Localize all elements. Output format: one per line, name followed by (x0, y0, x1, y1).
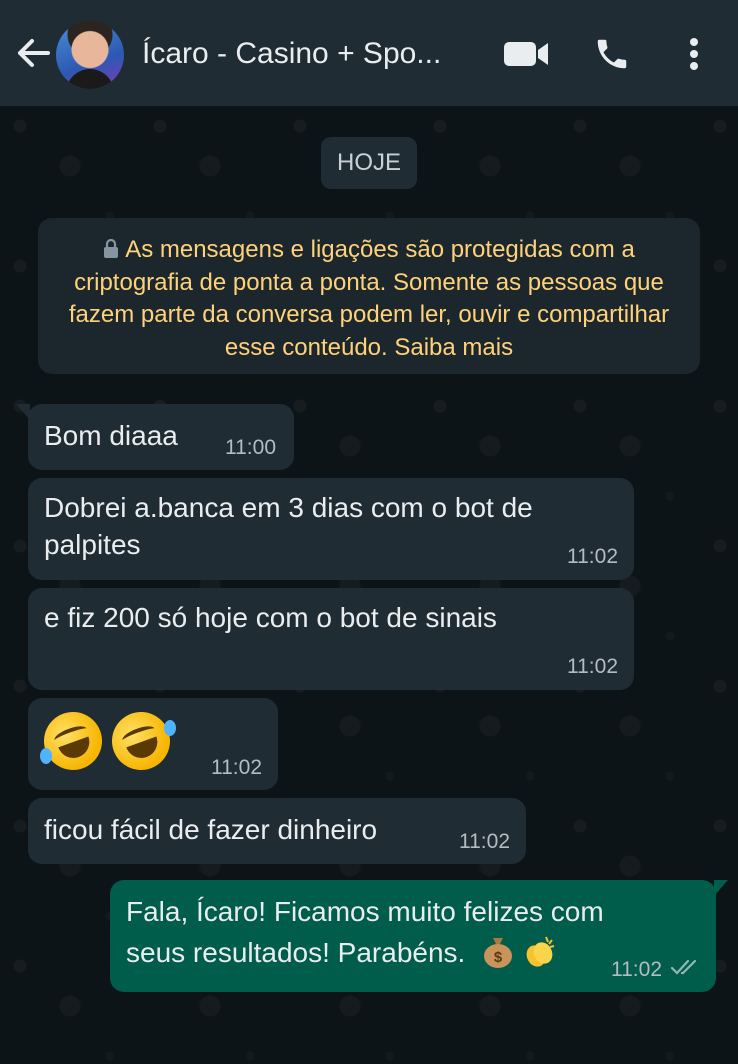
message-text-line2: palpites (44, 529, 141, 560)
bubble-tail (16, 404, 30, 420)
read-double-check-icon (670, 959, 697, 975)
menu-button[interactable] (670, 30, 718, 78)
message-text-line2: seus resultados! Parabéns. 💰👏 $ (126, 934, 556, 971)
message-time: 11:00 (225, 436, 276, 459)
message-bubble-incoming[interactable]: Dobrei a.banca em 3 dias com o bot de pa… (28, 478, 634, 580)
contact-name[interactable]: Ícaro - Casino + Spo... (142, 34, 472, 74)
date-separator: HOJE (321, 137, 417, 189)
message-time: 11:02 (567, 545, 618, 568)
message-text-line1: Dobrei a.banca em 3 dias com o bot de (44, 492, 533, 523)
rofl-emoji-icon (103, 703, 179, 779)
contact-avatar[interactable] (56, 21, 124, 89)
phone-icon (597, 39, 627, 69)
message-time: 11:02 (459, 830, 510, 853)
arrow-left-icon (18, 39, 50, 67)
tear-drop (40, 748, 52, 764)
lock-icon (104, 239, 119, 258)
back-button[interactable] (14, 34, 52, 72)
avatar-shirt (66, 69, 114, 89)
video-call-icon (504, 42, 548, 66)
message-text: Bom diaaa (44, 420, 178, 451)
chat-header: Ícaro - Casino + Spo... (0, 0, 738, 106)
message-time: 11:02 (611, 958, 662, 981)
message-bubble-incoming[interactable]: Bom diaaa 11:00 (16, 404, 294, 470)
svg-text:$: $ (494, 949, 503, 966)
more-vertical-icon (690, 38, 698, 70)
message-bubble-incoming[interactable]: ficou fácil de fazer dinheiro 11:02 (28, 798, 526, 864)
message-time: 11:02 (567, 655, 618, 678)
message-text: e fiz 200 só hoje com o bot de sinais (44, 602, 497, 633)
message-text: ficou fácil de fazer dinheiro (44, 814, 378, 845)
tear-drop (164, 720, 176, 736)
message-bubble-outgoing[interactable]: Fala, Ícaro! Ficamos muito felizes com s… (110, 880, 728, 992)
bubble-tail (714, 880, 728, 896)
money-bag-icon: $ (482, 934, 514, 968)
clapping-hands-icon (522, 934, 556, 968)
message-bubble-incoming[interactable]: 🤣🤣 11:02 (28, 698, 278, 790)
video-call-button[interactable] (502, 30, 550, 78)
rofl-emoji-icon (35, 703, 111, 779)
voice-call-button[interactable] (588, 30, 636, 78)
encryption-notice[interactable]: As mensagens e ligações são protegidas c… (38, 218, 700, 374)
message-text-line2-text: seus resultados! Parabéns. (126, 937, 466, 968)
message-bubble-incoming[interactable]: e fiz 200 só hoje com o bot de sinais 11… (28, 588, 634, 690)
message-time: 11:02 (211, 756, 262, 779)
encryption-notice-text: As mensagens e ligações são protegidas c… (68, 236, 670, 361)
message-text-line1: Fala, Ícaro! Ficamos muito felizes com (126, 896, 604, 927)
